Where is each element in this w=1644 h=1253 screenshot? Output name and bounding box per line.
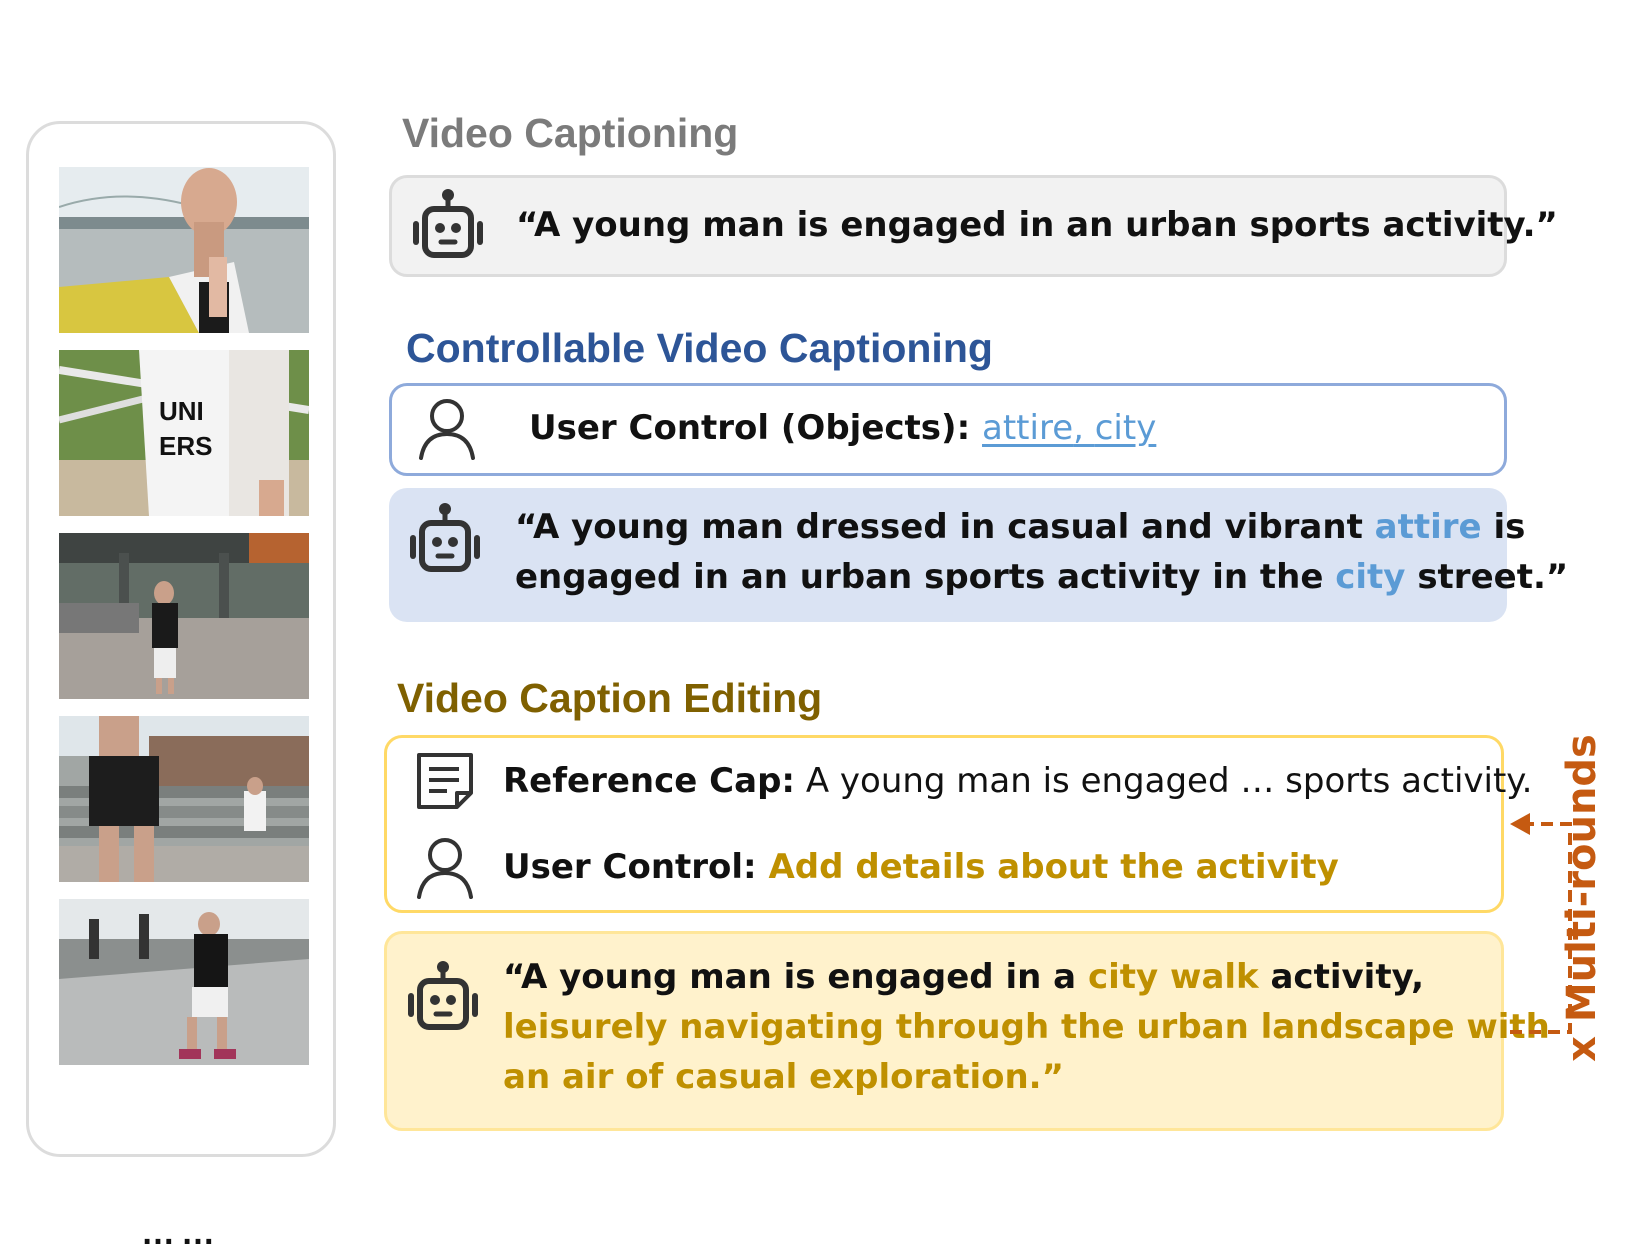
robot-icon <box>413 189 483 258</box>
more-frames-ellipsis: …… <box>141 1214 221 1252</box>
highlight-attire: attire <box>1374 507 1482 547</box>
section-title-controllable: Controllable Video Captioning <box>406 325 993 371</box>
video-frames-panel: UNI ERS …… <box>26 121 336 1252</box>
edited-caption-line-3: an air of casual exploration.” <box>503 1057 1064 1097</box>
controllable-caption-box: “A young man dressed in casual and vibra… <box>389 488 1568 622</box>
user-icon <box>419 399 475 460</box>
caption-line-2: engaged in an urban sports activity in t… <box>515 557 1569 597</box>
svg-text:ERS: ERS <box>159 431 212 461</box>
video-frame-4 <box>59 716 309 882</box>
video-frame-3 <box>59 533 309 699</box>
caption-text: “A young man is engaged in an urban spor… <box>516 205 1558 245</box>
video-frame-5 <box>59 899 309 1065</box>
edited-caption-line-2: leisurely navigating through the urban l… <box>503 1007 1550 1047</box>
editing-input-box: Reference Cap: A young man is engaged … … <box>384 735 1532 913</box>
document-icon <box>417 753 473 809</box>
user-icon <box>417 838 473 899</box>
video-captioning-box: “A young man is engaged in an urban spor… <box>389 175 1558 277</box>
user-control-box: User Control (Objects): attire, city <box>389 383 1507 476</box>
editing-output-box: “A young man is engaged in a city walk a… <box>384 931 1550 1131</box>
control-object-attire: attire <box>982 408 1074 448</box>
section-title-video-captioning: Video Captioning <box>402 110 739 156</box>
edited-caption-line-1: “A young man is engaged in a city walk a… <box>503 957 1425 997</box>
robot-icon <box>410 503 480 572</box>
section-title-editing: Video Caption Editing <box>397 675 823 721</box>
svg-text:UNI: UNI <box>159 396 204 426</box>
highlight-city: city <box>1335 557 1406 597</box>
highlight-city-walk: city walk <box>1087 957 1259 997</box>
editing-user-control: User Control: Add details about the acti… <box>503 847 1339 887</box>
video-frame-1 <box>59 167 309 333</box>
caption-line-1: “A young man dressed in casual and vibra… <box>515 507 1526 547</box>
reference-caption: Reference Cap: A young man is engaged … … <box>503 761 1533 801</box>
control-separator: , <box>1073 408 1095 448</box>
control-object-city: city <box>1094 408 1157 448</box>
robot-icon <box>408 961 478 1030</box>
user-control-label: User Control (Objects): <box>529 408 983 448</box>
video-frame-2: UNI ERS <box>59 350 309 516</box>
